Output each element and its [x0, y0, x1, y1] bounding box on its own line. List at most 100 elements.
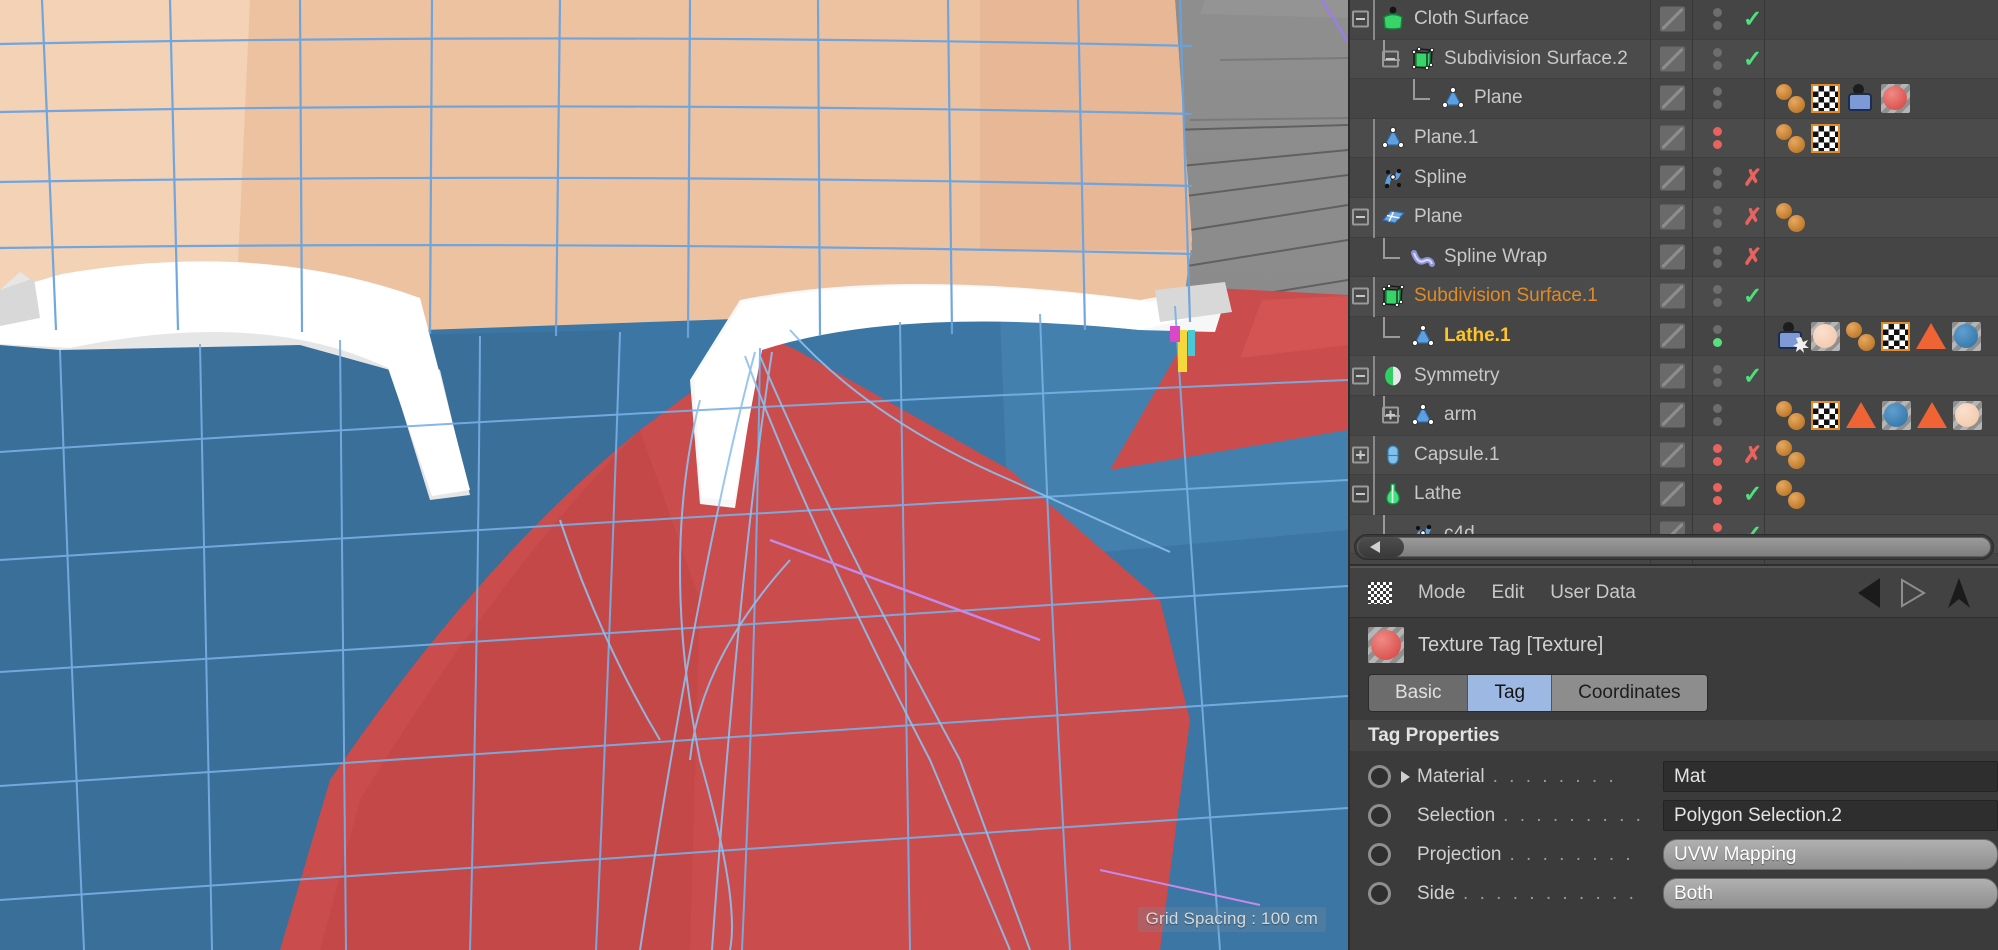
visibility-dot[interactable]	[1712, 206, 1722, 216]
visibility-dot[interactable]	[1712, 21, 1722, 31]
collapse-expander-icon[interactable]	[1352, 208, 1369, 226]
layer-swatch[interactable]	[1660, 204, 1685, 230]
object-name-cell[interactable]: Subdivision Surface.1	[1350, 277, 1683, 318]
enabled-check-icon[interactable]: ✓	[1743, 284, 1762, 308]
object-row[interactable]: Subdivision Surface.1 ✓	[1350, 277, 1998, 318]
plane-primitive-icon[interactable]	[1380, 204, 1406, 230]
visibility-dots[interactable]	[1695, 158, 1739, 197]
collapse-expander-icon[interactable]	[1382, 50, 1399, 68]
visibility-dot[interactable]	[1712, 483, 1722, 493]
tag-cloth-icon[interactable]	[1846, 83, 1875, 113]
plane-polygon-icon[interactable]	[1440, 85, 1466, 111]
menu-edit[interactable]: Edit	[1492, 582, 1525, 604]
visibility-dot[interactable]	[1712, 140, 1722, 150]
tag-phong-icon[interactable]	[1776, 479, 1805, 509]
tag-cloth-collider-icon[interactable]	[1776, 321, 1809, 353]
visibility-dot[interactable]	[1712, 127, 1722, 137]
layer-swatch[interactable]	[1660, 85, 1685, 111]
plane-polygon-icon[interactable]	[1380, 125, 1406, 151]
object-row[interactable]: Subdivision Surface.2 ✓	[1350, 39, 1998, 80]
object-name-cell[interactable]: Symmetry	[1350, 356, 1683, 397]
visibility-dot[interactable]	[1712, 219, 1722, 229]
plane-polygon-icon[interactable]	[1410, 402, 1436, 428]
layer-swatch[interactable]	[1660, 323, 1685, 349]
tag-polygon-selection-icon[interactable]	[1917, 402, 1947, 429]
object-name-cell[interactable]: Capsule.1	[1350, 435, 1683, 476]
hscrollbar-thumb[interactable]	[1357, 537, 1991, 557]
tag-uv-checker-icon[interactable]	[1881, 321, 1910, 351]
collapse-expander-icon[interactable]	[1352, 10, 1369, 28]
enabled-check-icon[interactable]: ✓	[1743, 364, 1762, 387]
tag-phong-icon[interactable]	[1846, 321, 1875, 351]
property-animate-toggle[interactable]	[1368, 843, 1391, 866]
object-row[interactable]: Spline Wrap ✗	[1350, 237, 1998, 278]
visibility-dot[interactable]	[1712, 325, 1722, 335]
tab-tag[interactable]: Tag	[1468, 675, 1553, 711]
visibility-dot[interactable]	[1712, 456, 1722, 466]
tag-material-skin-icon[interactable]	[1953, 400, 1982, 430]
layer-swatch[interactable]	[1660, 165, 1685, 191]
visibility-dot[interactable]	[1712, 443, 1722, 453]
property-dropdown[interactable]: UVW Mapping	[1663, 839, 1998, 870]
disabled-cross-icon[interactable]: ✗	[1743, 245, 1762, 268]
object-name-cell[interactable]: Plane.1	[1350, 118, 1683, 159]
layer-swatch[interactable]	[1660, 46, 1685, 72]
property-field[interactable]: Mat	[1663, 761, 1998, 792]
viewport-3d[interactable]: Grid Spacing : 100 cm	[0, 0, 1348, 950]
visibility-dot[interactable]	[1712, 245, 1722, 255]
visibility-dot[interactable]	[1712, 87, 1722, 97]
collapse-expander-icon[interactable]	[1352, 485, 1369, 503]
tag-polygon-selection-icon[interactable]	[1916, 323, 1946, 350]
visibility-dot[interactable]	[1712, 338, 1722, 348]
tag-phong-icon[interactable]	[1776, 123, 1805, 153]
visibility-dot[interactable]	[1712, 496, 1722, 506]
menu-mode[interactable]: Mode	[1418, 582, 1466, 604]
object-name-cell[interactable]: Spline Wrap	[1350, 237, 1683, 277]
tag-phong-icon[interactable]	[1776, 202, 1805, 232]
tag-uv-checker-icon[interactable]	[1811, 400, 1840, 430]
visibility-dots[interactable]	[1695, 356, 1739, 395]
menu-user-data[interactable]: User Data	[1550, 582, 1636, 604]
visibility-dot[interactable]	[1712, 298, 1722, 308]
nav-forward-icon[interactable]	[1898, 576, 1928, 610]
tag-uv-checker-icon[interactable]	[1811, 123, 1840, 153]
spline-wrap-icon[interactable]	[1410, 244, 1436, 270]
disabled-cross-icon[interactable]: ✗	[1743, 166, 1762, 189]
object-name-cell[interactable]: arm	[1350, 395, 1683, 435]
visibility-dot[interactable]	[1712, 417, 1722, 427]
layer-swatch[interactable]	[1660, 244, 1685, 270]
tag-phong-icon[interactable]	[1776, 400, 1805, 430]
visibility-dot[interactable]	[1712, 377, 1722, 387]
capsule-icon[interactable]	[1380, 442, 1406, 468]
tag-phong-icon[interactable]	[1776, 440, 1805, 470]
object-name-cell[interactable]: Subdivision Surface.2	[1350, 39, 1683, 79]
object-name-cell[interactable]: Spline	[1350, 158, 1683, 199]
enabled-check-icon[interactable]: ✓	[1743, 482, 1762, 506]
object-row[interactable]: Symmetry ✓	[1350, 356, 1998, 397]
visibility-dot[interactable]	[1712, 285, 1722, 295]
collapse-expander-icon[interactable]	[1352, 287, 1369, 305]
layer-swatch[interactable]	[1660, 442, 1685, 468]
lathe-icon[interactable]	[1380, 481, 1406, 507]
tag-uv-checker-icon[interactable]	[1811, 83, 1840, 113]
tag-material-skin-icon[interactable]	[1811, 321, 1840, 351]
visibility-dot[interactable]	[1712, 258, 1722, 268]
visibility-dot[interactable]	[1712, 47, 1722, 57]
disabled-cross-icon[interactable]: ✗	[1743, 205, 1762, 229]
object-row[interactable]: Plane.1	[1350, 118, 1998, 159]
expand-expander-icon[interactable]	[1382, 406, 1399, 424]
property-dropdown[interactable]: Both	[1663, 878, 1998, 909]
property-animate-toggle[interactable]	[1368, 804, 1391, 827]
visibility-dots[interactable]	[1695, 119, 1739, 158]
layer-swatch[interactable]	[1660, 125, 1685, 151]
visibility-dots[interactable]	[1695, 436, 1739, 475]
cloth-surface-icon[interactable]	[1380, 6, 1406, 32]
visibility-dots[interactable]	[1695, 40, 1739, 79]
layer-swatch[interactable]	[1660, 363, 1685, 389]
expand-arrow-icon[interactable]	[1401, 770, 1410, 783]
object-name-cell[interactable]: Cloth Surface	[1350, 0, 1683, 40]
property-field[interactable]: Polygon Selection.2	[1663, 800, 1998, 831]
enabled-check-icon[interactable]: ✓	[1743, 47, 1762, 70]
visibility-dots[interactable]	[1695, 79, 1739, 118]
visibility-dots[interactable]	[1695, 277, 1739, 316]
